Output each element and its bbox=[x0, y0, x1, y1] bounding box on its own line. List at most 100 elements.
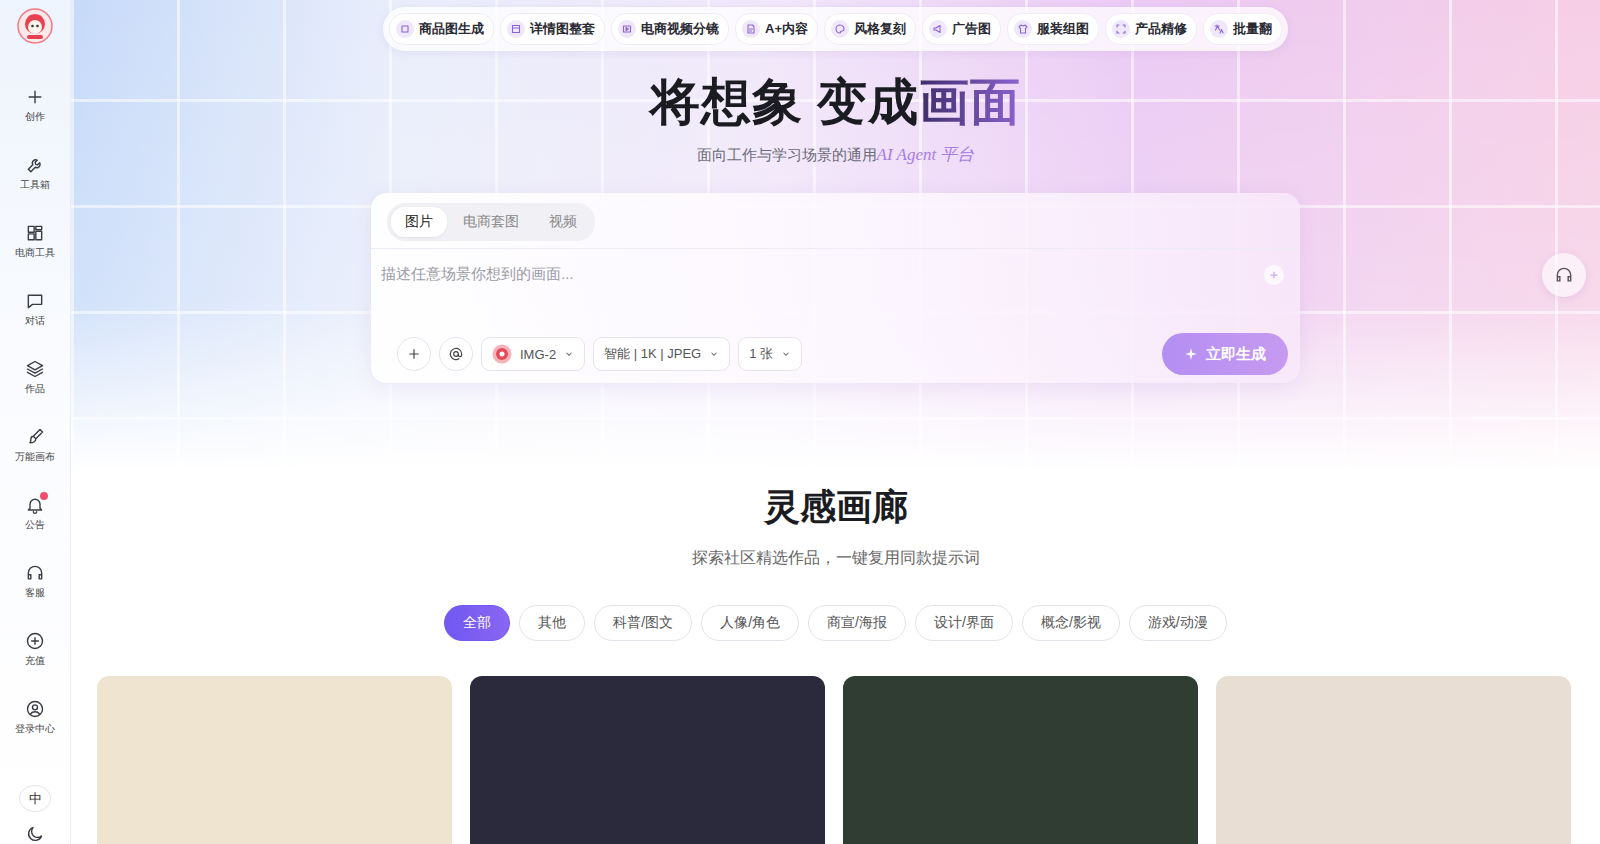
feature-pill[interactable]: 广告图 bbox=[922, 13, 1001, 45]
filter-chip[interactable]: 游戏/动漫 bbox=[1129, 605, 1227, 641]
mode-tab[interactable]: 图片 bbox=[391, 207, 447, 237]
sidebar-icon-holder bbox=[25, 699, 45, 719]
theme-toggle[interactable] bbox=[25, 824, 45, 844]
mode-tabs: 图片电商套图视频 bbox=[387, 203, 595, 241]
sidebar-label: 作品 bbox=[25, 382, 45, 396]
sidebar-item-icon bbox=[25, 631, 45, 651]
sidebar-menu: 创作工具箱电商工具对话作品万能画布公告客服充值登录中心 bbox=[3, 71, 67, 751]
feature-pill[interactable]: 产品精修 bbox=[1105, 13, 1197, 45]
feature-pill[interactable]: 服装组图 bbox=[1007, 13, 1099, 45]
sidebar-label: 客服 bbox=[25, 586, 45, 600]
sidebar-icon-holder bbox=[25, 359, 45, 379]
sidebar-item[interactable]: 电商工具 bbox=[3, 207, 67, 275]
sidebar-item-icon bbox=[25, 427, 45, 447]
sidebar-item[interactable]: 万能画布 bbox=[3, 411, 67, 479]
feature-icon-holder bbox=[1112, 20, 1130, 38]
sidebar-item[interactable]: 公告 bbox=[3, 479, 67, 547]
plus-icon bbox=[406, 346, 422, 362]
sidebar-item[interactable]: 登录中心 bbox=[3, 683, 67, 751]
composer-toolbar: IMG-2 智能 | 1K | JPEG 1 张 立即生成 bbox=[371, 333, 1300, 387]
support-button[interactable] bbox=[1542, 253, 1586, 297]
sidebar-item[interactable]: 工具箱 bbox=[3, 139, 67, 207]
feature-nav: 商品图生成 详情图整套电商视频分镜 A+内容 风格复刻广告图 服装组图 产品精修批量翻 bbox=[383, 7, 1288, 51]
sidebar-label: 充值 bbox=[25, 654, 45, 668]
mode-tab[interactable]: 电商套图 bbox=[449, 207, 533, 237]
gallery-subtitle: 探索社区精选作品，一键复用同款提示词 bbox=[692, 546, 980, 570]
sidebar-label: 创作 bbox=[25, 110, 45, 124]
hero-subtitle-accent: AI Agent 平台 bbox=[877, 145, 975, 164]
mode-tab[interactable]: 视频 bbox=[535, 207, 591, 237]
filter-chip[interactable]: 其他 bbox=[519, 605, 585, 641]
filter-chip[interactable]: 概念/影视 bbox=[1022, 605, 1120, 641]
gallery-card[interactable] bbox=[843, 676, 1198, 844]
gallery-card[interactable] bbox=[1216, 676, 1571, 844]
sidebar-item[interactable]: 客服 bbox=[3, 547, 67, 615]
sidebar-item-icon bbox=[25, 291, 45, 311]
count-select[interactable]: 1 张 bbox=[738, 337, 802, 371]
sparkle-icon bbox=[1184, 347, 1198, 361]
feature-icon bbox=[399, 23, 411, 35]
tool-group: IMG-2 智能 | 1K | JPEG 1 张 bbox=[397, 337, 802, 371]
quality-value: 智能 | 1K | JPEG bbox=[604, 345, 701, 363]
sidebar-icon-holder bbox=[25, 223, 45, 243]
logo[interactable] bbox=[17, 8, 53, 44]
prompt-input[interactable]: 描述任意场景你想到的画面... bbox=[371, 249, 1300, 333]
model-avatar-icon bbox=[492, 344, 512, 364]
chevron-down-icon bbox=[781, 349, 791, 359]
sidebar-item-icon bbox=[25, 563, 45, 583]
sidebar-icon-holder bbox=[25, 155, 45, 175]
filter-chip[interactable]: 全部 bbox=[444, 605, 510, 641]
feature-pill[interactable]: A+内容 bbox=[735, 13, 818, 45]
gallery-card[interactable] bbox=[470, 676, 825, 844]
feature-label: 服装组图 bbox=[1037, 20, 1089, 38]
sidebar-item[interactable]: 对话 bbox=[3, 275, 67, 343]
feature-label: 风格复刻 bbox=[854, 20, 906, 38]
filter-chip[interactable]: 科普/图文 bbox=[594, 605, 692, 641]
feature-icon bbox=[1115, 23, 1127, 35]
prompt-composer: 图片电商套图视频描述任意场景你想到的画面... IMG-2 智能 | 1K | JP… bbox=[371, 193, 1300, 383]
sidebar-item[interactable]: 充值 bbox=[3, 615, 67, 683]
sidebar-item[interactable]: 创作 bbox=[3, 71, 67, 139]
quality-select[interactable]: 智能 | 1K | JPEG bbox=[593, 337, 730, 371]
feature-label: A+内容 bbox=[765, 20, 808, 38]
generate-button[interactable]: 立即生成 bbox=[1162, 333, 1288, 375]
feature-pill[interactable]: 风格复刻 bbox=[824, 13, 916, 45]
feature-pill[interactable]: 电商视频分镜 bbox=[611, 13, 729, 45]
gallery-card[interactable] bbox=[97, 676, 452, 844]
main-area: 商品图生成详情图整套电商视频分镜A+内容风格复刻广告图服装组图产品精修批量翻将想… bbox=[71, 0, 1600, 844]
moon-icon bbox=[25, 824, 45, 844]
chevron-down-icon bbox=[564, 349, 574, 359]
sidebar-icon-holder bbox=[25, 495, 45, 515]
sidebar-label: 公告 bbox=[25, 518, 45, 532]
filter-chip[interactable]: 设计/界面 bbox=[915, 605, 1013, 641]
model-select[interactable]: IMG-2 bbox=[481, 337, 585, 371]
sidebar-icon-holder bbox=[25, 427, 45, 447]
sidebar-item[interactable]: 作品 bbox=[3, 343, 67, 411]
feature-icon bbox=[1213, 23, 1225, 35]
expand-button[interactable] bbox=[1264, 265, 1284, 285]
language-toggle[interactable]: 中 bbox=[19, 785, 51, 812]
feature-icon bbox=[621, 23, 633, 35]
feature-label: 产品精修 bbox=[1135, 20, 1187, 38]
sidebar-item-icon bbox=[25, 699, 45, 719]
gallery-grid bbox=[71, 676, 1600, 844]
feature-icon-holder bbox=[929, 20, 947, 38]
attach-button[interactable] bbox=[397, 337, 431, 371]
mention-button[interactable] bbox=[439, 337, 473, 371]
gallery-filters: 全部其他科普/图文人像/角色商宣/海报设计/界面概念/影视游戏/动漫 bbox=[444, 605, 1226, 641]
feature-icon-holder bbox=[396, 20, 414, 38]
feature-icon-holder bbox=[1014, 20, 1032, 38]
feature-pill[interactable]: 批量翻 bbox=[1203, 13, 1282, 45]
feature-pill[interactable]: 详情图整套 bbox=[500, 13, 605, 45]
sidebar-item-icon bbox=[25, 155, 45, 175]
feature-icon-holder bbox=[507, 20, 525, 38]
filter-chip[interactable]: 人像/角色 bbox=[701, 605, 799, 641]
sidebar-label: 登录中心 bbox=[15, 722, 55, 736]
sidebar-label: 万能画布 bbox=[15, 450, 55, 464]
sidebar-item-icon bbox=[25, 223, 45, 243]
hero-title-accent: 画面 bbox=[919, 74, 1021, 130]
sidebar-icon-holder bbox=[25, 631, 45, 651]
feature-label: 详情图整套 bbox=[530, 20, 595, 38]
feature-pill[interactable]: 商品图生成 bbox=[389, 13, 494, 45]
filter-chip[interactable]: 商宣/海报 bbox=[808, 605, 906, 641]
